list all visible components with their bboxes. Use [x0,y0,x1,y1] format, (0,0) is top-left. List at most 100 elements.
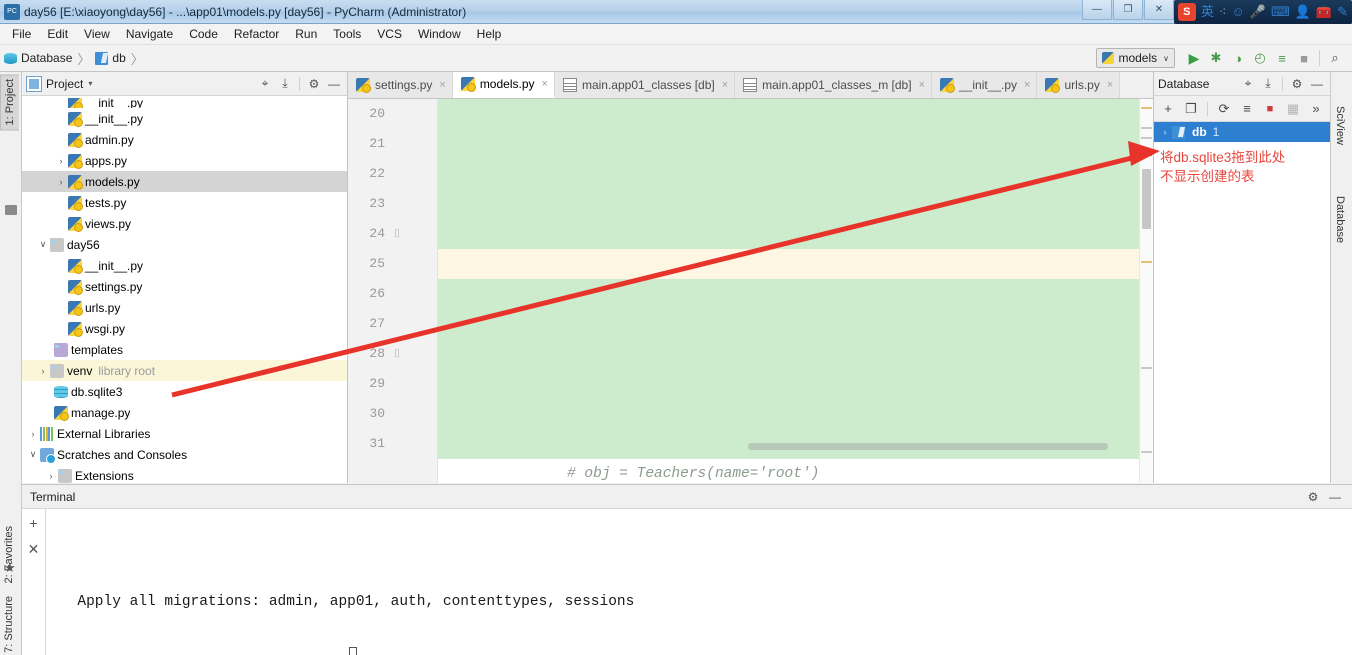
chevron-down-icon[interactable]: ∨ [26,449,40,460]
code-line[interactable]: age = models.IntegerField() [438,129,1153,182]
horizontal-scrollbar[interactable] [748,443,1108,450]
tree-item-external-libraries[interactable]: › External Libraries [22,423,347,444]
settings-gear-icon[interactable]: ⚙ [1288,75,1306,93]
ime-toolbox-icon[interactable]: 🧰 [1316,5,1332,19]
maximize-button[interactable]: ❐ [1113,0,1143,20]
project-tree[interactable]: __init__.py __init__.py admin.py › apps.… [22,96,347,483]
settings-gear-icon[interactable]: ⚙ [1304,488,1322,506]
code-line-caret[interactable] [438,249,1153,279]
hide-panel-icon[interactable]: — [1308,75,1326,93]
fold-marker-icon[interactable]: ⌷ [391,219,403,249]
run-button[interactable]: ▶ [1183,47,1205,69]
code-editor[interactable]: 20 21 22 23 24 25 26 27 28 29 30 31 ⌷ ⌷ … [348,99,1153,483]
stop-button[interactable]: ■ [1293,47,1315,69]
close-session-icon[interactable]: ✕ [28,541,40,558]
run-query-icon[interactable]: ≡ [1237,99,1257,119]
menu-navigate[interactable]: Navigate [118,25,181,43]
code-line[interactable] [438,309,1153,339]
ime-floating-toolbar[interactable]: S 英 ⁖ ☺ 🎤 ⌨ 👤 🧰 ✎ [1173,0,1352,24]
debug-button[interactable]: ✱ [1205,47,1227,69]
ime-chinese-toggle[interactable]: 英 [1201,5,1214,19]
chevron-right-icon[interactable]: › [54,177,68,187]
tree-item-manage-py[interactable]: manage.py [22,402,347,423]
chevron-down-icon[interactable]: ▾ [88,79,92,88]
close-icon[interactable]: × [1024,79,1030,91]
database-datasource-row[interactable]: › db 1 [1154,122,1330,142]
code-line[interactable]: #django从1.9开始ForeignKey中的on_delete参数是必须的… [438,189,1153,242]
code-line[interactable]: cs = models.ForeignKey(Classes, on_delet… [438,219,1153,272]
menu-run[interactable]: Run [287,25,325,43]
tree-item-day56[interactable]: ∨ day56 [22,234,347,255]
code-line[interactable] [438,279,1153,309]
hide-panel-icon[interactable]: — [1326,488,1344,506]
ime-voice-icon[interactable]: 🎤 [1250,5,1266,19]
code-line[interactable]: ######################## 单表 ############… [438,339,1153,392]
close-icon[interactable]: × [439,79,445,91]
run-with-console-button[interactable]: ≡ [1271,47,1293,69]
tree-item-db-sqlite3[interactable]: db.sqlite3 [22,381,347,402]
tree-item-venv[interactable]: › venv library root [22,360,347,381]
tree-item-scratches[interactable]: ∨ Scratches and Consoles [22,444,347,465]
tree-item-models-py[interactable]: › models.py [22,171,347,192]
chevron-down-icon[interactable]: ∨ [36,239,50,250]
table-editor-icon[interactable]: ▦ [1283,99,1303,119]
tab-main-app01-classes-m[interactable]: main.app01_classes_m [db] × [735,72,932,98]
list-item[interactable]: __init__.py [22,98,347,108]
run-configuration-selector[interactable]: models ∨ [1096,48,1175,68]
list-item[interactable]: settings.py [22,276,347,297]
tool-window-database[interactable]: Database [1331,192,1349,247]
tool-window-project[interactable]: 1: Project [0,74,19,131]
terminal-output[interactable]: Apply all migrations: admin, app01, auth… [46,509,1352,655]
more-icon[interactable]: » [1306,99,1326,119]
breadcrumb-db[interactable]: db [112,51,125,65]
ime-tone-icon[interactable]: ⁖ [1219,5,1227,19]
locate-target-icon[interactable]: ⌖ [256,75,274,93]
scroll-thumb[interactable] [1142,169,1151,229]
code-lines[interactable]: username = models.CharField(max_length=3… [438,99,1153,483]
add-datasource-icon[interactable]: + [1158,99,1178,119]
search-everywhere-button[interactable]: ⌕ [1324,47,1346,69]
list-item[interactable]: urls.py [22,297,347,318]
terminal-title[interactable]: Terminal [30,490,75,504]
fold-marker-icon[interactable]: ⌷ [391,339,403,369]
code-line[interactable]: gender = models.BooleanField() [438,159,1153,212]
menu-view[interactable]: View [76,25,118,43]
stop-icon[interactable]: ■ [1260,99,1280,119]
list-item[interactable]: __init__.py [22,108,347,129]
menu-window[interactable]: Window [410,25,469,43]
list-item[interactable]: › apps.py [22,150,347,171]
menu-code[interactable]: Code [181,25,226,43]
ime-keyboard-icon[interactable]: ⌨ [1271,5,1290,19]
tool-window-sciview[interactable]: SciView [1331,102,1349,149]
tree-item-templates[interactable]: templates [22,339,347,360]
list-item[interactable]: wsgi.py [22,318,347,339]
new-session-icon[interactable]: + [29,515,37,531]
sogou-logo-icon[interactable]: S [1177,3,1196,21]
tool-window-structure[interactable]: 7: Structure [0,592,18,655]
chevron-right-icon[interactable]: › [1158,127,1172,137]
tab-models-py[interactable]: models.py × [452,72,555,98]
breadcrumb-database[interactable]: Database [21,51,72,65]
close-icon[interactable]: × [919,79,925,91]
list-item[interactable]: __init__.py [22,255,347,276]
chevron-down-icon[interactable]: ∨ [1163,54,1169,63]
editor-vertical-scrollbar[interactable] [1139,99,1153,483]
ime-user-icon[interactable]: 👤 [1295,5,1311,19]
hide-panel-icon[interactable]: — [325,75,343,93]
tab-init-py[interactable]: __init__.py × [932,72,1038,98]
editor-gutter[interactable]: 20 21 22 23 24 25 26 27 28 29 30 31 ⌷ ⌷ [348,99,438,483]
chevron-right-icon[interactable]: › [44,471,58,481]
chevron-right-icon[interactable]: › [54,156,68,166]
list-item[interactable]: views.py [22,213,347,234]
tool-window-favorites[interactable]: 2: Favorites [0,522,18,587]
locate-datasource-icon[interactable]: ⌖ [1239,75,1257,93]
tab-urls-py[interactable]: urls.py × [1037,72,1121,98]
menu-file[interactable]: File [4,25,39,43]
close-button[interactable]: ✕ [1144,0,1174,20]
list-item[interactable]: tests.py [22,192,347,213]
refresh-icon[interactable]: ⟳ [1214,99,1234,119]
ime-emoji-icon[interactable]: ☺ [1231,5,1244,19]
run-coverage-button[interactable]: ◑ [1227,47,1249,69]
close-icon[interactable]: × [1107,79,1113,91]
menu-refactor[interactable]: Refactor [226,25,287,43]
